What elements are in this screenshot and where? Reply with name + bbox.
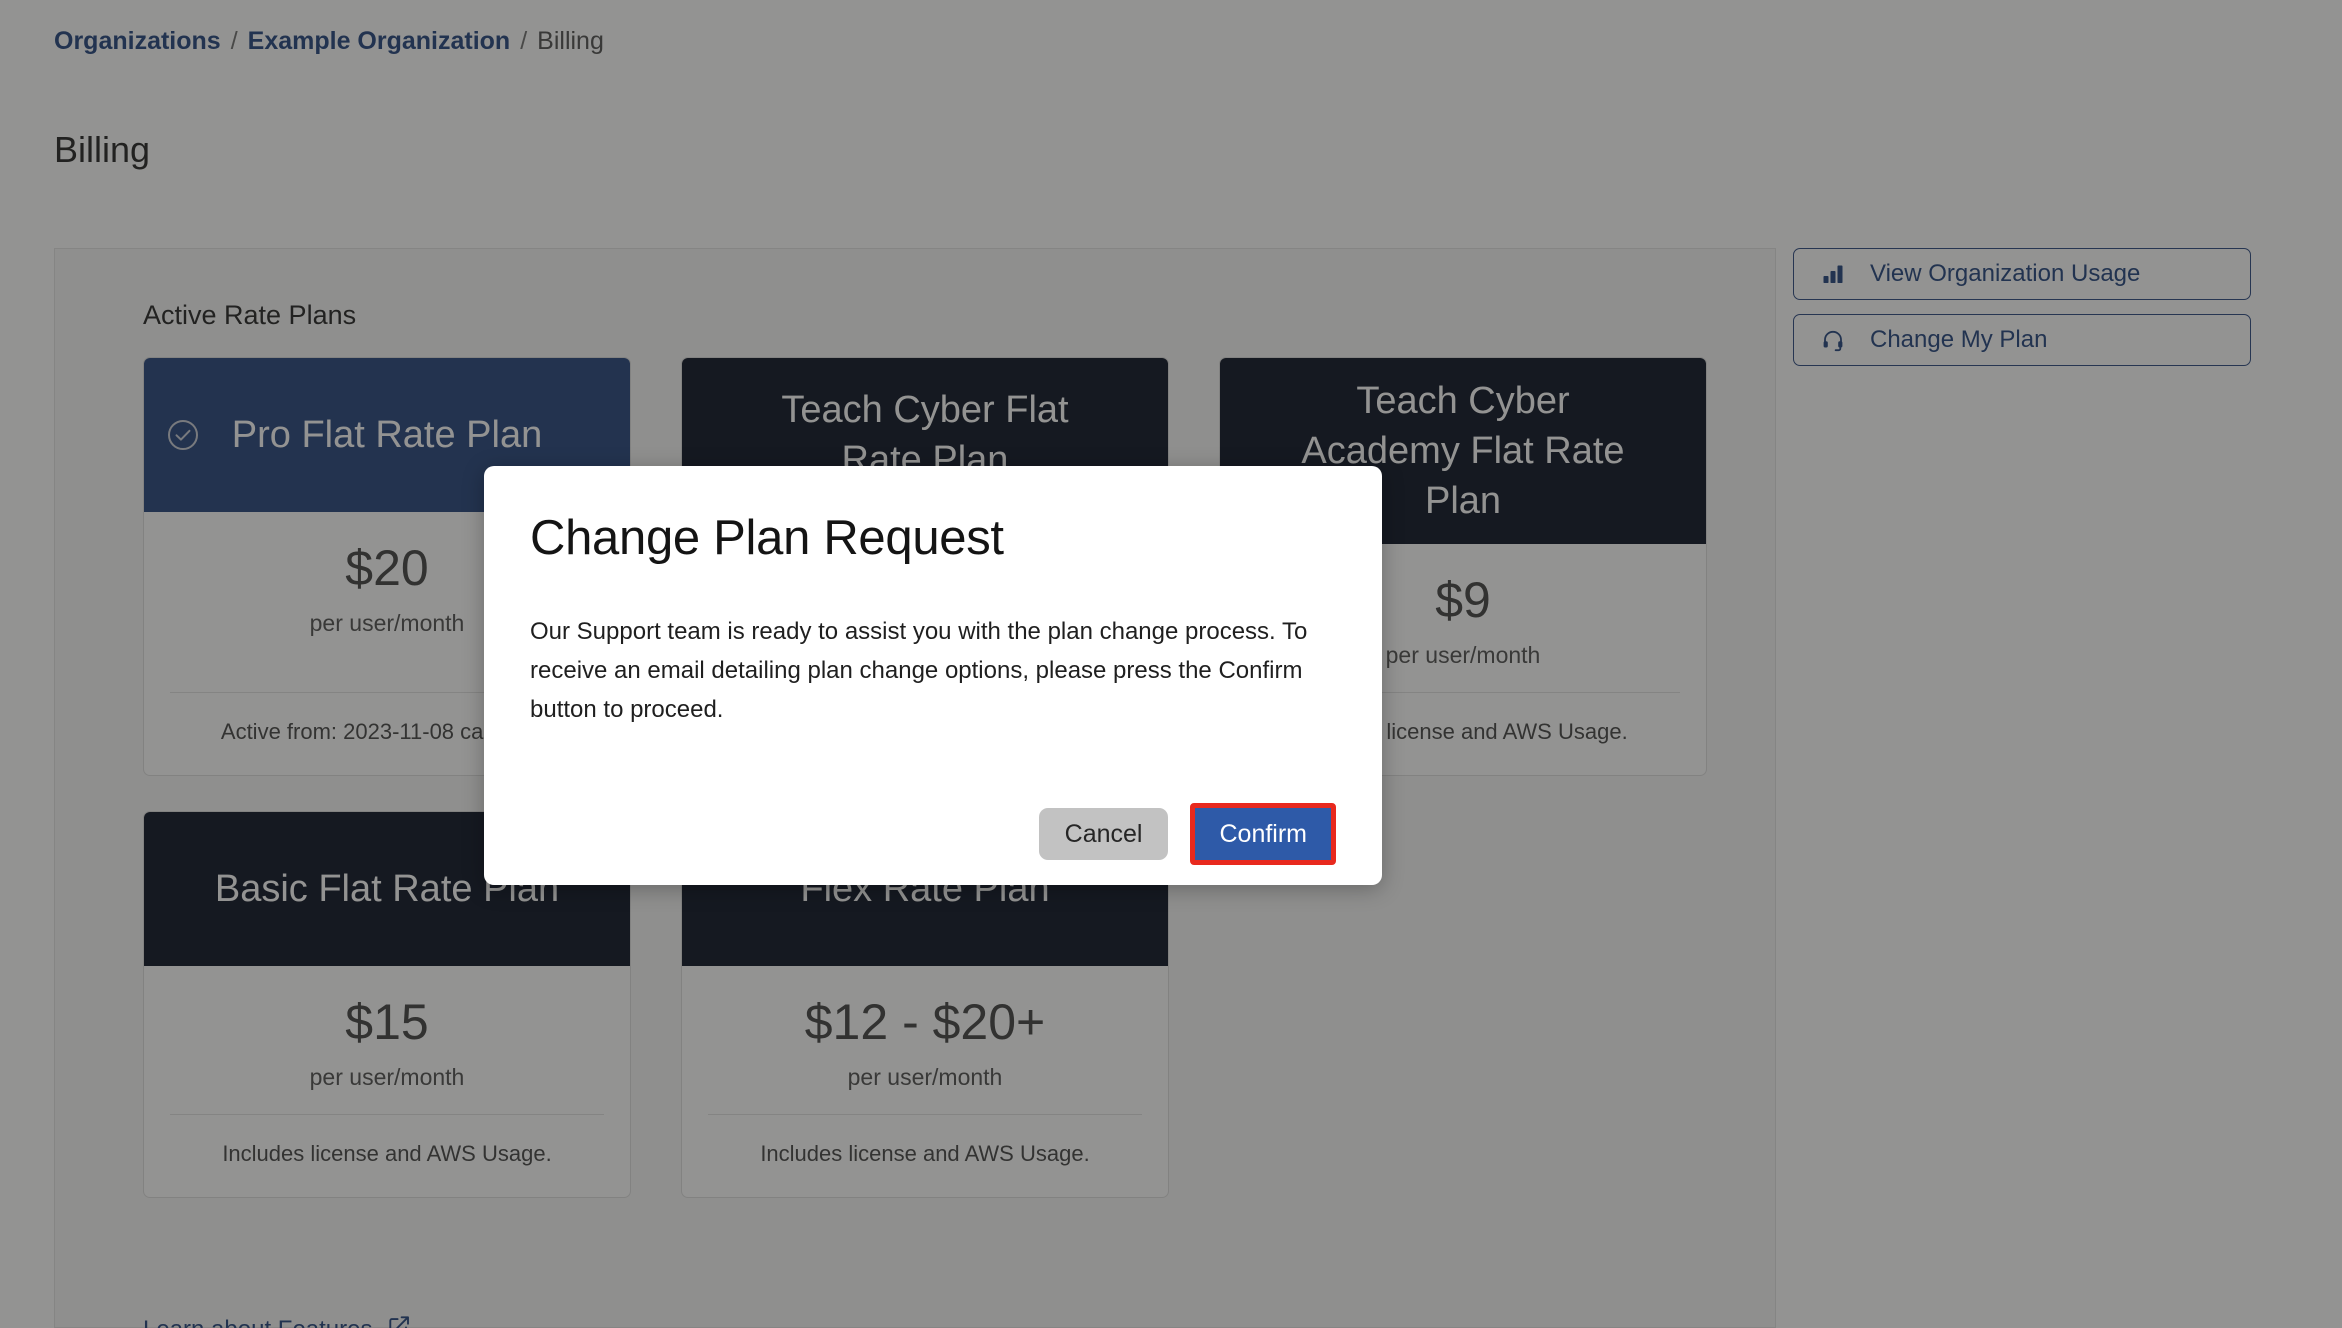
dialog-body-text: Our Support team is ready to assist you … <box>530 618 1308 723</box>
dialog-title: Change Plan Request <box>530 511 1004 565</box>
confirm-button-highlight: Confirm <box>1190 803 1336 865</box>
change-plan-request-dialog: Change Plan Request Our Support team is … <box>484 466 1382 885</box>
confirm-button[interactable]: Confirm <box>1195 808 1331 860</box>
cancel-button[interactable]: Cancel <box>1038 808 1169 860</box>
dialog-actions: Cancel Confirm <box>530 803 1336 865</box>
